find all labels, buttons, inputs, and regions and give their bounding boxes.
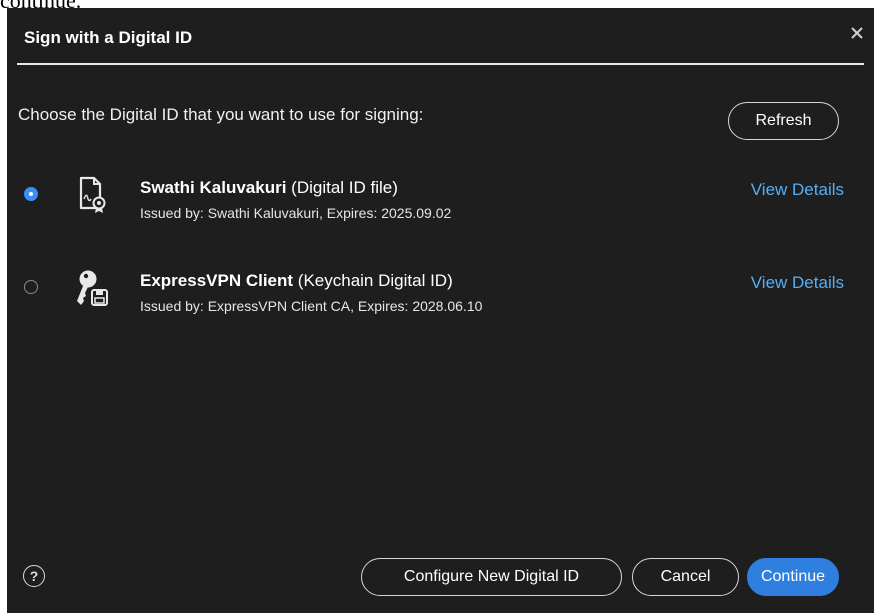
close-icon [851,27,863,39]
choose-id-prompt: Choose the Digital ID that you want to u… [18,105,424,124]
radio-unselected[interactable] [24,280,38,294]
cancel-button[interactable]: Cancel [632,558,739,596]
id-type: (Digital ID file) [286,178,398,197]
id-name-line: ExpressVPN Client (Keychain Digital ID) [140,271,453,291]
id-name: Swathi Kaluvakuri [140,178,287,197]
help-icon: ? [29,568,39,584]
id-type: (Keychain Digital ID) [293,271,453,290]
continue-button[interactable]: Continue [747,558,839,596]
digital-id-row[interactable]: Swathi Kaluvakuri (Digital ID file) Issu… [7,168,874,238]
refresh-button[interactable]: Refresh [728,102,839,140]
id-issued-info: Issued by: Swathi Kaluvakuri, Expires: 2… [140,205,452,221]
certificate-file-icon [79,176,106,213]
view-details-link[interactable]: View Details [751,273,844,293]
key-keychain-icon [77,270,108,306]
digital-id-row[interactable]: ExpressVPN Client (Keychain Digital ID) … [7,261,874,331]
configure-new-id-button[interactable]: Configure New Digital ID [361,558,622,596]
help-button[interactable]: ? [23,565,45,587]
sign-digital-id-dialog: Sign with a Digital ID Choose the Digita… [7,8,874,613]
id-name: ExpressVPN Client [140,271,294,290]
view-details-link[interactable]: View Details [751,180,844,200]
id-issued-info: Issued by: ExpressVPN Client CA, Expires… [140,298,483,314]
dialog-title: Sign with a Digital ID [24,28,193,47]
title-divider [17,63,864,65]
close-button[interactable] [844,20,870,46]
radio-selected[interactable] [24,187,38,201]
id-name-line: Swathi Kaluvakuri (Digital ID file) [140,178,398,198]
